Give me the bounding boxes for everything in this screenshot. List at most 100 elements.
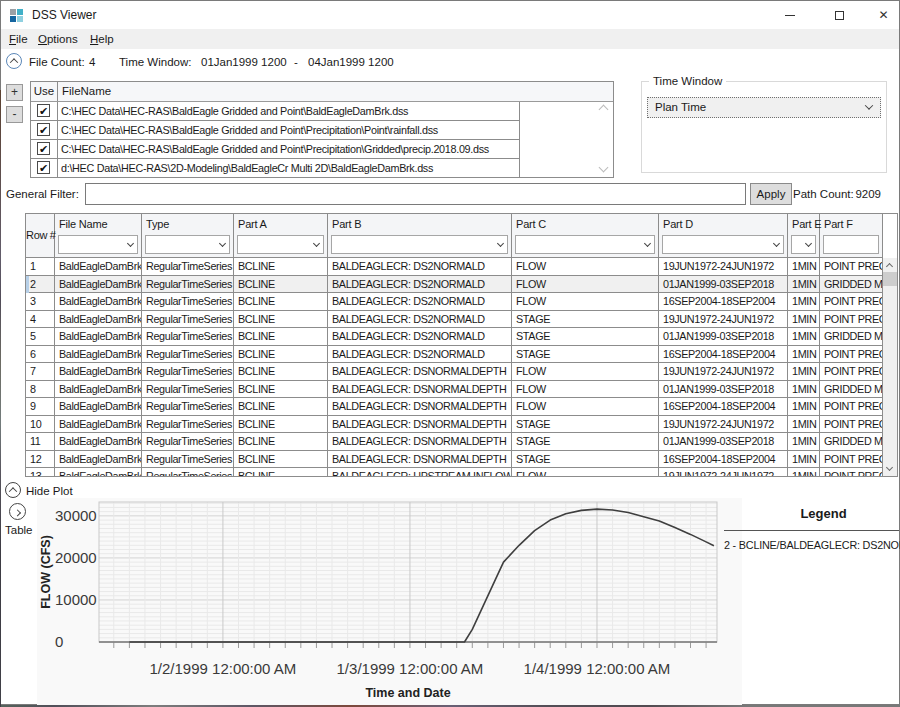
- cell: BCLINE: [234, 381, 328, 399]
- cell: BaldEagleDamBrk: [55, 258, 142, 276]
- file-path-cell[interactable]: C:\HEC Data\HEC-RAS\BaldEagle Gridded an…: [58, 140, 520, 158]
- cell: 1MIN: [788, 451, 820, 469]
- cell: BCLINE: [234, 311, 328, 329]
- y-tick-label: 20000: [55, 549, 114, 567]
- minimize-icon: [785, 15, 795, 16]
- table-vertical-scrollbar[interactable]: [883, 258, 897, 476]
- use-checkbox[interactable]: ✔: [37, 142, 50, 155]
- column-filter-select[interactable]: [58, 235, 138, 254]
- cell: 01JAN1999-03SEP2018: [659, 276, 788, 294]
- column-label: File Name: [59, 218, 107, 231]
- menu-bar: File Options Help: [1, 29, 899, 49]
- legend-title: Legend: [736, 506, 900, 522]
- table-row[interactable]: 2BaldEagleDamBrkRegularTimeSeriesBCLINEB…: [26, 276, 883, 294]
- table-row[interactable]: 10BaldEagleDamBrkRegularTimeSeriesBCLINE…: [26, 416, 883, 434]
- column-header-part-a[interactable]: Part A: [234, 214, 328, 257]
- table-row[interactable]: 11BaldEagleDamBrkRegularTimeSeriesBCLINE…: [26, 433, 883, 451]
- column-header-file-name[interactable]: File Name: [55, 214, 142, 257]
- menu-file[interactable]: File: [9, 29, 28, 49]
- cell: POINT PRECII: [820, 398, 883, 416]
- table-row[interactable]: 6BaldEagleDamBrkRegularTimeSeriesBCLINEB…: [26, 346, 883, 364]
- table-label: Table: [5, 523, 33, 537]
- cell: BALDEAGLECR: DSNORMALDEPTH: [328, 416, 512, 434]
- title-bar: DSS Viewer ✕: [1, 1, 899, 29]
- cell: FLOW: [512, 258, 659, 276]
- general-filter-input[interactable]: [85, 183, 746, 205]
- file-count-label: File Count:: [29, 55, 85, 69]
- file-row: ✔ C:\HEC Data\HEC-RAS\BaldEagle Gridded a…: [31, 140, 520, 159]
- table-row[interactable]: 9BaldEagleDamBrkRegularTimeSeriesBCLINEB…: [26, 398, 883, 416]
- column-label: Part F: [824, 218, 853, 231]
- collapse-files-button[interactable]: [6, 53, 22, 69]
- cell: RegularTimeSeries: [142, 468, 234, 476]
- column-header-part-e[interactable]: Part E: [788, 214, 820, 257]
- cell: 6: [26, 346, 55, 364]
- cell: 8: [26, 381, 55, 399]
- column-header-part-f[interactable]: Part F: [820, 214, 883, 257]
- column-label: Part E: [792, 218, 821, 231]
- scroll-up-icon[interactable]: [886, 263, 893, 270]
- file-path-cell[interactable]: C:\HEC Data\HEC-RAS\BaldEagle Gridded an…: [58, 102, 520, 120]
- scrollbar-thumb[interactable]: [883, 272, 897, 286]
- cell: 11: [26, 433, 55, 451]
- table-row[interactable]: 12BaldEagleDamBrkRegularTimeSeriesBCLINE…: [26, 451, 883, 469]
- menu-help[interactable]: Help: [90, 29, 114, 49]
- column-filter-select[interactable]: [145, 235, 230, 254]
- apply-button[interactable]: Apply: [750, 183, 792, 205]
- column-filter-select[interactable]: [515, 235, 655, 254]
- use-checkbox[interactable]: ✔: [37, 104, 50, 117]
- cell: RegularTimeSeries: [142, 258, 234, 276]
- cell: RegularTimeSeries: [142, 276, 234, 294]
- column-header-row-[interactable]: Row #: [26, 214, 55, 257]
- column-filter-select[interactable]: [791, 235, 816, 254]
- table-row[interactable]: 5BaldEagleDamBrkRegularTimeSeriesBCLINEB…: [26, 328, 883, 346]
- cell: RegularTimeSeries: [142, 451, 234, 469]
- table-row[interactable]: 4BaldEagleDamBrkRegularTimeSeriesBCLINEB…: [26, 311, 883, 329]
- table-row[interactable]: 13BaldEagleDamBrkRegularTimeSeriesBCLINE…: [26, 468, 883, 476]
- file-path-cell[interactable]: d:\HEC Data\HEC-RAS\2D-Modeling\BaldEagl…: [58, 159, 520, 177]
- table-expand-button[interactable]: [9, 503, 26, 520]
- cell: BaldEagleDamBrk: [55, 346, 142, 364]
- plan-time-select[interactable]: Plan Time: [647, 97, 881, 118]
- table-row[interactable]: 8BaldEagleDamBrkRegularTimeSeriesBCLINEB…: [26, 381, 883, 399]
- use-checkbox[interactable]: ✔: [37, 123, 50, 136]
- column-header-part-c[interactable]: Part C: [512, 214, 659, 257]
- use-checkbox[interactable]: ✔: [37, 161, 50, 174]
- remove-file-button[interactable]: -: [6, 106, 23, 123]
- selected-row-accent: [26, 276, 29, 294]
- cell: 19JUN1972-24JUN1972: [659, 468, 788, 476]
- table-row[interactable]: 1BaldEagleDamBrkRegularTimeSeriesBCLINEB…: [26, 258, 883, 276]
- column-header-part-d[interactable]: Part D: [659, 214, 788, 257]
- column-header-part-b[interactable]: Part B: [328, 214, 512, 257]
- use-cell: ✔: [31, 159, 58, 177]
- file-path-cell[interactable]: C:\HEC Data\HEC-RAS\BaldEagle Gridded an…: [58, 121, 520, 139]
- column-filter-select[interactable]: [823, 235, 879, 254]
- maximize-button[interactable]: [817, 1, 862, 29]
- file-scroll-up-icon[interactable]: [599, 105, 609, 115]
- path-count-label: Path Count:: [793, 187, 854, 201]
- menu-options[interactable]: Options: [38, 29, 78, 49]
- scroll-down-icon[interactable]: [886, 464, 893, 471]
- close-button[interactable]: ✕: [861, 1, 900, 29]
- chevron-right-icon: [14, 509, 21, 516]
- table-row[interactable]: 7BaldEagleDamBrkRegularTimeSeriesBCLINEB…: [26, 363, 883, 381]
- app-icon: [10, 9, 23, 22]
- column-filter-select[interactable]: [331, 235, 508, 254]
- minimize-button[interactable]: [767, 1, 812, 29]
- cell: RegularTimeSeries: [142, 433, 234, 451]
- cell: BCLINE: [234, 363, 328, 381]
- close-icon: ✕: [878, 9, 888, 21]
- cell: 1MIN: [788, 276, 820, 294]
- cell: 1MIN: [788, 416, 820, 434]
- file-scroll-down-icon[interactable]: [599, 163, 609, 173]
- add-file-button[interactable]: +: [6, 84, 23, 101]
- hide-plot-button[interactable]: [5, 482, 21, 498]
- column-filter-select[interactable]: [662, 235, 784, 254]
- cell: BCLINE: [234, 258, 328, 276]
- column-filter-select[interactable]: [237, 235, 324, 254]
- column-header-type[interactable]: Type: [142, 214, 234, 257]
- file-row: ✔ d:\HEC Data\HEC-RAS\2D-Modeling\BaldEag…: [31, 159, 520, 178]
- cell: RegularTimeSeries: [142, 363, 234, 381]
- cell: 01JAN1999-03SEP2018: [659, 381, 788, 399]
- table-row[interactable]: 3BaldEagleDamBrkRegularTimeSeriesBCLINEB…: [26, 293, 883, 311]
